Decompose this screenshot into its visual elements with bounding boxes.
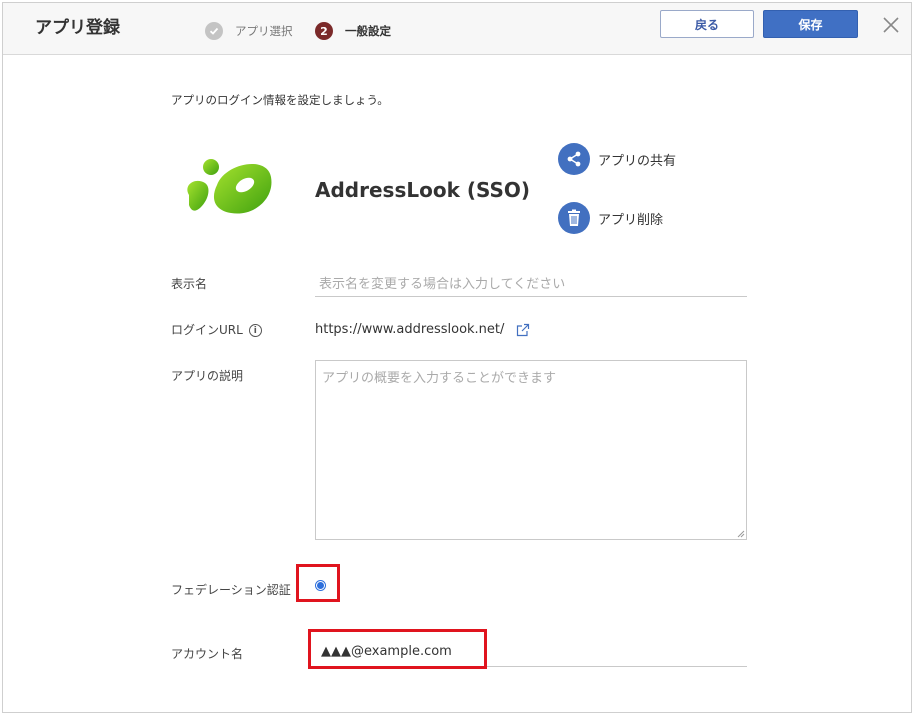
delete-app-button[interactable]: アプリ削除 — [558, 202, 663, 234]
back-button[interactable]: 戻る — [660, 10, 754, 38]
account-highlight-box — [308, 629, 487, 669]
step-label: 一般設定 — [345, 24, 391, 38]
federation-radio[interactable] — [315, 580, 326, 591]
app-name: AddressLook (SSO) — [315, 178, 531, 202]
login-url-value: https://www.addresslook.net/ — [315, 322, 505, 337]
federation-label: フェデレーション認証 — [171, 583, 291, 597]
share-label: アプリの共有 — [598, 153, 677, 169]
description-textarea[interactable] — [315, 360, 747, 540]
page-title: アプリ登録 — [35, 18, 120, 38]
account-label: アカウント名 — [171, 647, 244, 661]
step-app-select: アプリ選択 — [205, 22, 293, 40]
step-general-settings: 2 一般設定 — [315, 22, 391, 40]
dialog-header: アプリ登録 アプリ選択 2 一般設定 戻る 保存 — [3, 3, 911, 55]
app-registration-dialog: アプリ登録 アプリ選択 2 一般設定 戻る 保存 アプリのログイン情報を設定しま… — [2, 2, 912, 713]
resize-handle-icon[interactable] — [736, 529, 745, 538]
check-icon — [205, 22, 223, 40]
step-label: アプリ選択 — [235, 24, 293, 38]
share-icon — [558, 143, 590, 175]
intro-text: アプリのログイン情報を設定しましょう。 — [171, 93, 389, 107]
delete-label: アプリ削除 — [598, 212, 664, 228]
display-name-label: 表示名 — [171, 277, 208, 291]
login-url-label-text: ログインURL — [171, 323, 243, 337]
step-number: 2 — [315, 22, 333, 40]
share-app-button[interactable]: アプリの共有 — [558, 143, 676, 175]
trash-icon — [558, 202, 590, 234]
external-link-icon[interactable] — [516, 323, 530, 337]
description-label: アプリの説明 — [171, 369, 244, 383]
radio-selected-dot — [317, 582, 324, 589]
display-name-input[interactable] — [315, 273, 747, 297]
info-icon[interactable]: i — [248, 324, 262, 337]
login-url-label: ログインURL i — [171, 321, 262, 338]
close-icon[interactable] — [879, 13, 903, 37]
login-url: https://www.addresslook.net/ — [315, 322, 530, 337]
save-button[interactable]: 保存 — [763, 10, 858, 38]
addresslook-logo — [181, 155, 273, 221]
